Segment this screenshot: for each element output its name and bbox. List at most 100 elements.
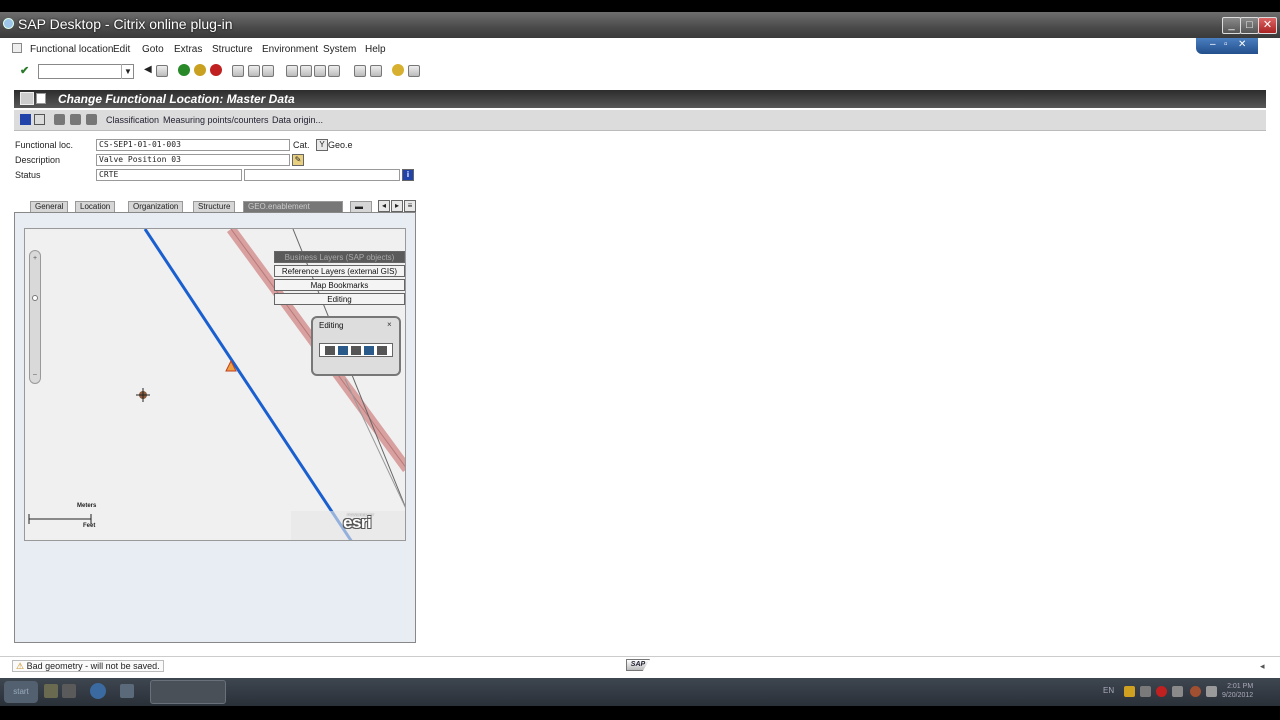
back-arrow-icon[interactable]: ◀ — [144, 64, 152, 75]
esri-logo: esri — [343, 513, 372, 532]
data-origin-button[interactable]: Data origin... — [272, 115, 323, 125]
sap-restore-icon[interactable]: ▫ — [1224, 39, 1228, 50]
tab-scroll-left-icon[interactable]: ◂ — [378, 200, 390, 212]
menu-structure[interactable]: Structure — [212, 44, 253, 55]
structure-list-icon[interactable] — [70, 114, 81, 125]
zoom-slider[interactable]: + – — [29, 250, 41, 384]
taskbar-app-icon[interactable] — [120, 684, 134, 698]
functional-loc-field[interactable]: CS-SEP1-01-01-003 — [96, 139, 290, 151]
tray-flag-icon[interactable] — [1124, 686, 1135, 697]
select-tool-icon[interactable] — [325, 346, 335, 355]
application-toolbar: Classification Measuring points/counters… — [14, 110, 1266, 131]
partner-icon[interactable] — [86, 114, 97, 125]
tab-overflow-icon[interactable]: ▬ — [350, 201, 372, 212]
back-icon[interactable] — [178, 64, 190, 76]
create-shortcut-icon[interactable] — [370, 65, 382, 77]
tab-organization[interactable]: Organization — [128, 201, 184, 212]
status-bar: ⚠ Bad geometry - will not be saved. SAP … — [0, 656, 1280, 676]
show-desktop-icon[interactable] — [44, 684, 58, 698]
menu-environment[interactable]: Environment — [262, 44, 318, 55]
find-icon[interactable] — [248, 65, 260, 77]
next-page-icon[interactable] — [314, 65, 326, 77]
tray-alert-icon[interactable] — [1156, 686, 1167, 697]
gis-map[interactable]: + – Business Layers (SAP objects) Refere… — [24, 228, 406, 541]
measuring-points-button[interactable]: Measuring points/counters — [163, 115, 269, 125]
delete-tool-icon[interactable] — [377, 346, 387, 355]
tray-volume-icon[interactable] — [1206, 686, 1217, 697]
classification-button[interactable]: Classification — [106, 115, 159, 125]
system-menu-icon[interactable] — [12, 43, 22, 53]
tab-scroll-right-icon[interactable]: ▸ — [391, 200, 403, 212]
command-history-chevron-down-icon[interactable]: ▼ — [121, 64, 134, 79]
find-next-icon[interactable] — [262, 65, 274, 77]
zoom-slider-handle[interactable] — [32, 295, 38, 301]
tab-list-icon[interactable]: ≡ — [404, 200, 416, 212]
maximize-button[interactable]: □ — [1240, 17, 1259, 34]
tray-shield-icon[interactable] — [1140, 686, 1151, 697]
tray-app-icon[interactable] — [1190, 686, 1201, 697]
zoom-out-icon[interactable]: – — [33, 371, 37, 378]
description-label: Description — [15, 155, 61, 165]
command-field[interactable] — [38, 64, 134, 79]
previous-page-icon[interactable] — [300, 65, 312, 77]
enter-icon[interactable]: ✔ — [20, 64, 29, 77]
menu-goto[interactable]: Goto — [142, 44, 164, 55]
start-button[interactable]: start — [4, 681, 38, 703]
create-session-icon[interactable] — [354, 65, 366, 77]
menu-extras[interactable]: Extras — [174, 44, 202, 55]
exit-icon[interactable] — [194, 64, 206, 76]
tab-general[interactable]: General — [30, 201, 69, 212]
tab-geo-enablement[interactable]: GEO.enablement — [243, 201, 343, 212]
screen-title-bar: Change Functional Location: Master Data — [14, 90, 1266, 108]
vertex-tool-icon[interactable] — [338, 346, 348, 355]
taskbar-sap-task[interactable] — [150, 680, 226, 704]
editing-item[interactable]: Editing — [274, 293, 405, 305]
menu-edit[interactable]: Edit — [113, 44, 130, 55]
sap-logo: SAP — [626, 659, 650, 671]
info-icon[interactable] — [20, 114, 31, 125]
zoom-in-icon[interactable]: + — [33, 255, 37, 262]
status-expand-icon[interactable]: ◂ — [1260, 661, 1265, 672]
reshape-tool-icon[interactable] — [364, 346, 374, 355]
menu-functional-location[interactable]: Functional location — [30, 44, 113, 55]
status-field[interactable]: CRTE — [96, 169, 242, 181]
explorer-icon[interactable] — [62, 684, 76, 698]
last-page-icon[interactable] — [328, 65, 340, 77]
sap-window-controls: – ▫ ✕ — [1196, 38, 1258, 54]
description-field[interactable]: Valve Position 03 — [96, 154, 290, 166]
cancel-icon[interactable] — [210, 64, 222, 76]
status-message[interactable]: ⚠ Bad geometry - will not be saved. — [12, 660, 164, 672]
business-layers-item[interactable]: Business Layers (SAP objects) — [274, 251, 405, 263]
tab-location[interactable]: Location — [75, 201, 116, 212]
save-icon[interactable] — [156, 65, 168, 77]
hierarchy-icon[interactable] — [54, 114, 65, 125]
transaction-icon — [20, 92, 34, 105]
sap-close-icon[interactable]: ✕ — [1238, 39, 1246, 50]
tab-structure[interactable]: Structure — [193, 201, 236, 212]
menu-system[interactable]: System — [323, 44, 356, 55]
layers-panel: Business Layers (SAP objects) Reference … — [274, 251, 405, 307]
first-page-icon[interactable] — [286, 65, 298, 77]
close-button[interactable]: ✕ — [1258, 17, 1277, 34]
editing-dialog: Editing × — [311, 316, 401, 376]
status-extra-field[interactable] — [244, 169, 400, 181]
draw-tool-icon[interactable] — [351, 346, 361, 355]
tray-clock[interactable]: 2:01 PM 9/20/2012 — [1222, 682, 1253, 700]
ie-icon[interactable] — [90, 683, 106, 699]
long-text-edit-icon[interactable]: ✎ — [292, 154, 304, 166]
language-indicator[interactable]: EN — [1103, 686, 1114, 695]
cat-label: Cat. — [293, 140, 310, 150]
sap-minimize-icon[interactable]: – — [1210, 39, 1216, 50]
editing-close-icon[interactable]: × — [387, 320, 392, 329]
minimize-button[interactable]: _ — [1222, 17, 1241, 34]
status-info-icon[interactable]: i — [402, 169, 414, 181]
layout-menu-icon[interactable] — [408, 65, 420, 77]
tray-network-icon[interactable] — [1172, 686, 1183, 697]
change-display-icon[interactable] — [34, 114, 45, 125]
map-bookmarks-item[interactable]: Map Bookmarks — [274, 279, 405, 291]
print-icon[interactable] — [232, 65, 244, 77]
cat-field[interactable]: Y — [316, 139, 328, 151]
menu-help[interactable]: Help — [365, 44, 386, 55]
help-icon[interactable] — [392, 64, 404, 76]
reference-layers-item[interactable]: Reference Layers (external GIS) — [274, 265, 405, 277]
